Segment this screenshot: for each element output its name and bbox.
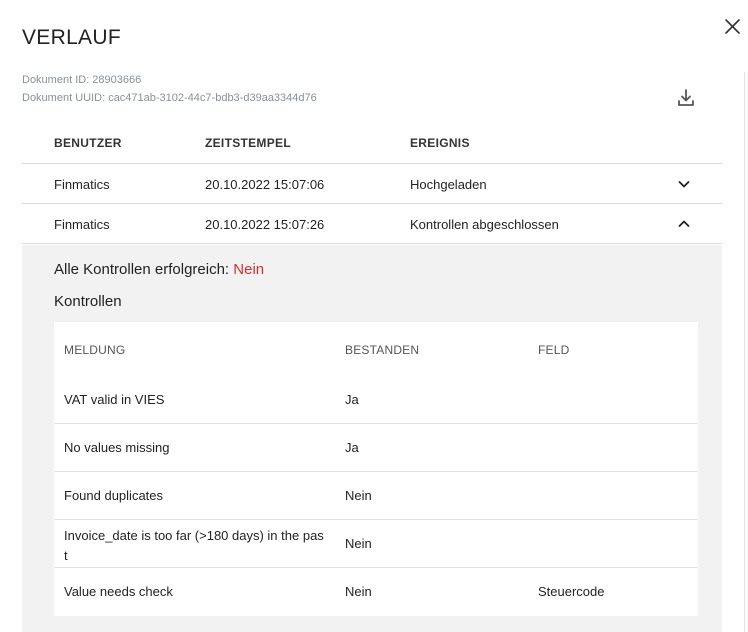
summary-value: Nein — [233, 261, 265, 278]
history-row[interactable]: Finmatics 20.10.2022 15:07:26 Kontrollen… — [22, 204, 722, 244]
history-table-header: BENUTZER ZEITSTEMPEL EREIGNIS — [22, 122, 722, 164]
control-passed: Nein — [345, 584, 372, 599]
document-id: Dokument ID: 28903666 — [22, 74, 142, 86]
dialog-title: VERLAUF — [22, 26, 121, 49]
table-row: Found duplicates Nein — [54, 472, 698, 520]
control-message: No values missing — [64, 440, 170, 455]
controls-table: MELDUNG BESTANDEN FELD VAT valid in VIES… — [54, 322, 698, 616]
history-row[interactable]: Finmatics 20.10.2022 15:07:06 Hochgelade… — [22, 164, 722, 204]
chevron-up-icon — [678, 220, 690, 227]
history-dialog: VERLAUF Dokument ID: 28903666 Dokument U… — [0, 0, 748, 632]
download-button[interactable] — [675, 87, 697, 109]
collapse-row-button[interactable] — [676, 216, 692, 232]
close-button[interactable] — [722, 16, 744, 38]
chevron-down-icon — [678, 181, 690, 188]
column-header-passed: BESTANDEN — [345, 343, 420, 357]
dialog-edge — [744, 72, 748, 632]
control-message: VAT valid in VIES — [64, 392, 165, 407]
row-timestamp: 20.10.2022 15:07:06 — [205, 177, 325, 192]
history-table: BENUTZER ZEITSTEMPEL EREIGNIS Finmatics … — [22, 122, 722, 244]
control-passed: Ja — [345, 440, 359, 455]
controls-table-header: MELDUNG BESTANDEN FELD — [54, 322, 698, 376]
table-row: No values missing Ja — [54, 424, 698, 472]
document-uuid: Dokument UUID: cac471ab-3102-44c7-bdb3-d… — [22, 92, 317, 104]
row-user: Finmatics — [54, 177, 110, 192]
row-user: Finmatics — [54, 217, 110, 232]
table-row: Value needs check Nein Steuercode — [54, 568, 698, 616]
column-header-user: BENUTZER — [54, 136, 122, 150]
control-message: Value needs check — [64, 584, 173, 599]
controls-heading: Kontrollen — [54, 293, 122, 310]
table-row: VAT valid in VIES Ja — [54, 376, 698, 424]
close-icon — [725, 19, 740, 34]
controls-summary: Alle Kontrollen erfolgreich: Nein — [54, 261, 264, 278]
control-message: Found duplicates — [64, 488, 164, 503]
row-timestamp: 20.10.2022 15:07:26 — [205, 217, 325, 232]
table-row: Invoice_date is too far (>180 days) in t… — [54, 520, 698, 568]
column-header-message: MELDUNG — [64, 343, 126, 357]
expand-row-button[interactable] — [676, 176, 692, 192]
control-passed: Nein — [345, 488, 372, 503]
column-header-timestamp: ZEITSTEMPEL — [205, 136, 291, 150]
column-header-field: FELD — [538, 343, 570, 357]
row-details-panel: Alle Kontrollen erfolgreich: Nein Kontro… — [22, 245, 722, 632]
row-event: Hochgeladen — [410, 177, 487, 192]
control-message: Invoice_date is too far (>180 days) in t… — [64, 528, 324, 563]
row-event: Kontrollen abgeschlossen — [410, 217, 559, 232]
summary-label: Alle Kontrollen erfolgreich: — [54, 261, 230, 278]
control-passed: Ja — [345, 392, 359, 407]
control-field: Steuercode — [538, 584, 605, 599]
control-passed: Nein — [345, 536, 372, 551]
download-icon — [678, 89, 694, 106]
column-header-event: EREIGNIS — [410, 136, 470, 150]
